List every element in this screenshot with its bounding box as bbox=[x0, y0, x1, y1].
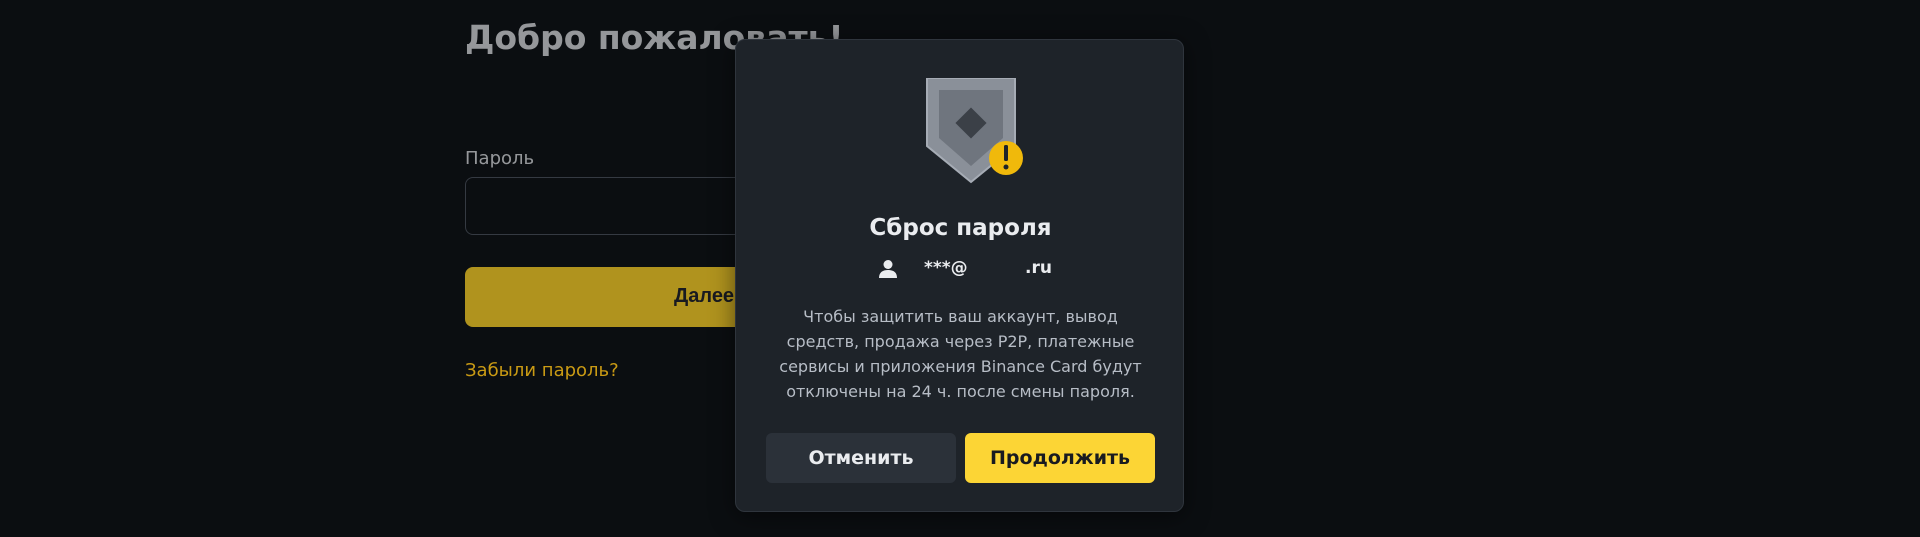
account-row: ***@ .ru bbox=[736, 256, 1185, 282]
shield-warning-icon bbox=[926, 78, 1023, 184]
continue-button[interactable]: Продолжить bbox=[965, 433, 1155, 483]
forgot-password-link[interactable]: Забыли пароль? bbox=[465, 360, 619, 381]
password-label: Пароль bbox=[465, 148, 535, 169]
account-email-suffix: .ru bbox=[1025, 258, 1052, 278]
modal-description: Чтобы защитить ваш аккаунт, вывод средст… bbox=[779, 307, 1142, 401]
page: Добро пожаловать! Пароль Далее Забыли па… bbox=[0, 0, 1920, 537]
cancel-button[interactable]: Отменить bbox=[766, 433, 956, 483]
reset-password-modal: Сброс пароля ***@ .ru Чтобы защитить ваш… bbox=[735, 39, 1184, 512]
modal-title: Сброс пароля bbox=[869, 215, 1052, 241]
user-icon bbox=[879, 260, 897, 278]
account-email-prefix: ***@ bbox=[924, 258, 968, 278]
next-button-label: Далее bbox=[674, 285, 735, 307]
